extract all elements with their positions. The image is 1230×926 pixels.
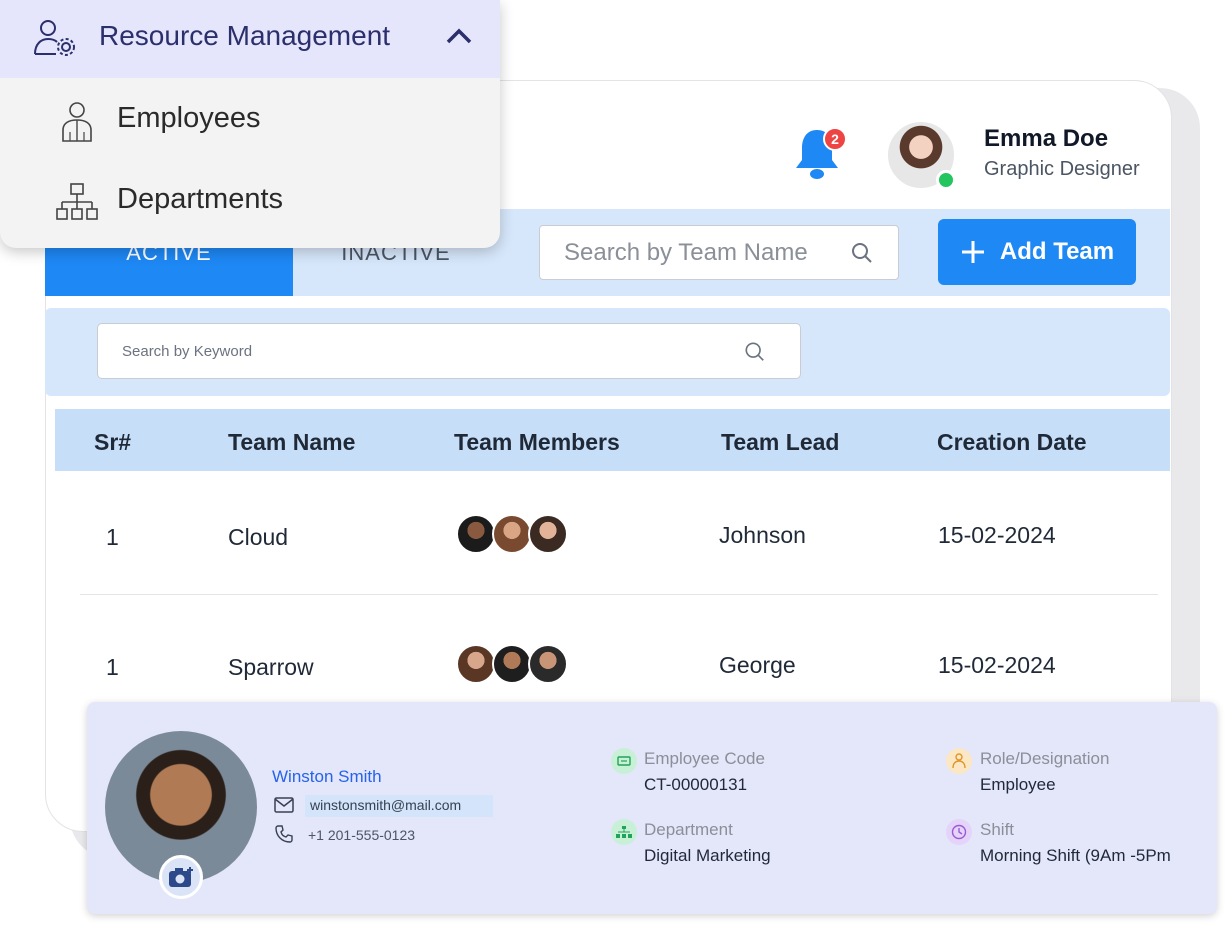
user-role-icon bbox=[946, 748, 972, 774]
row-1-team-lead: Johnson bbox=[719, 522, 806, 548]
member-avatar[interactable] bbox=[492, 514, 532, 554]
mail-icon bbox=[274, 797, 294, 813]
resource-management-menu: Resource Management Employees Department… bbox=[0, 0, 500, 248]
phone-icon bbox=[275, 825, 293, 843]
online-status-indicator bbox=[936, 170, 956, 190]
user-settings-icon bbox=[34, 20, 75, 56]
employee-code-label: Employee Code bbox=[644, 749, 765, 768]
member-avatar[interactable] bbox=[456, 514, 496, 554]
row-divider bbox=[80, 594, 1158, 595]
notification-count-badge: 2 bbox=[823, 127, 847, 151]
department-value: Digital Marketing bbox=[644, 846, 771, 865]
keyword-search-input[interactable]: Search by Keyword bbox=[97, 323, 801, 379]
shift-label: Shift bbox=[980, 820, 1015, 839]
column-header-sr[interactable]: Sr# bbox=[94, 429, 131, 456]
org-chart-icon bbox=[56, 183, 98, 220]
camera-icon bbox=[169, 867, 193, 887]
department-label: Department bbox=[644, 820, 733, 839]
plus-icon bbox=[961, 241, 984, 263]
member-avatar[interactable] bbox=[528, 514, 568, 554]
user-name: Emma Doe bbox=[984, 125, 1109, 152]
role-label: Role/Designation bbox=[980, 749, 1110, 768]
column-header-team-lead[interactable]: Team Lead bbox=[721, 429, 839, 456]
row-1-creation-date: 15-02-2024 bbox=[938, 522, 1056, 548]
row-2-team-lead: George bbox=[719, 652, 796, 678]
row-2-team-name[interactable]: Sparrow bbox=[228, 654, 314, 681]
keyword-search-placeholder: Search by Keyword bbox=[122, 342, 253, 360]
column-header-creation-date[interactable]: Creation Date bbox=[937, 429, 1087, 456]
employee-icon bbox=[62, 102, 92, 142]
shift-value: Morning Shift (9Am -5Pm bbox=[980, 846, 1171, 865]
menu-item-label: Departments bbox=[117, 183, 284, 215]
column-header-team-name[interactable]: Team Name bbox=[228, 429, 355, 456]
menu-title: Resource Management bbox=[99, 20, 391, 51]
search-icon[interactable] bbox=[850, 241, 874, 265]
employee-code-value: CT-00000131 bbox=[644, 775, 748, 794]
clock-icon bbox=[946, 819, 972, 845]
member-avatar[interactable] bbox=[528, 644, 568, 684]
row-1-team-name[interactable]: Cloud bbox=[228, 524, 288, 551]
menu-item-label: Employees bbox=[117, 102, 261, 134]
row-2-sr: 1 bbox=[106, 654, 119, 680]
profile-email[interactable]: winstonsmith@mail.com bbox=[310, 797, 461, 813]
member-avatar[interactable] bbox=[456, 644, 496, 684]
team-name-search-input[interactable]: Search by Team Name bbox=[539, 225, 899, 280]
row-2-creation-date: 15-02-2024 bbox=[938, 652, 1056, 678]
add-team-button[interactable]: Add Team bbox=[938, 219, 1136, 285]
team-search-placeholder: Search by Team Name bbox=[564, 238, 808, 266]
add-team-label: Add Team bbox=[999, 238, 1115, 265]
chevron-up-icon[interactable] bbox=[445, 25, 473, 47]
role-value: Employee bbox=[980, 775, 1056, 794]
search-icon[interactable] bbox=[744, 341, 766, 363]
org-chart-icon bbox=[611, 819, 637, 845]
user-role: Graphic Designer bbox=[984, 158, 1140, 180]
change-photo-button[interactable] bbox=[159, 855, 203, 899]
profile-phone[interactable]: +1 201-555-0123 bbox=[308, 827, 415, 843]
profile-name[interactable]: Winston Smith bbox=[272, 767, 382, 787]
id-card-icon bbox=[611, 748, 637, 774]
column-header-team-members[interactable]: Team Members bbox=[454, 429, 620, 456]
member-avatar[interactable] bbox=[492, 644, 532, 684]
row-1-sr: 1 bbox=[106, 524, 119, 550]
